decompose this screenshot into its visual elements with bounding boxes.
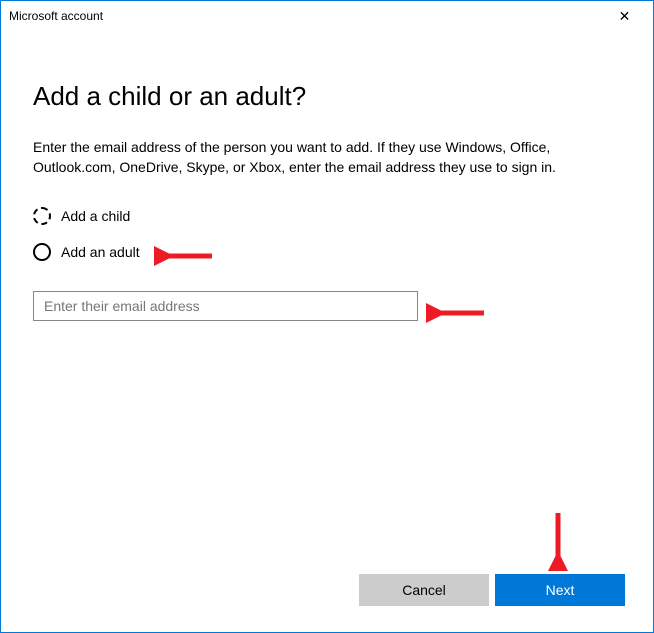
radio-icon bbox=[33, 207, 51, 225]
next-button[interactable]: Next bbox=[495, 574, 625, 606]
radio-label-child: Add a child bbox=[61, 208, 130, 224]
close-button[interactable]: ✕ bbox=[602, 2, 647, 30]
radio-group: Add a child Add an adult bbox=[33, 207, 621, 261]
content-area: Add a child or an adult? Enter the email… bbox=[1, 31, 653, 341]
email-input[interactable] bbox=[33, 291, 418, 321]
close-icon: ✕ bbox=[619, 8, 631, 25]
page-description: Enter the email address of the person yo… bbox=[33, 138, 621, 177]
window-title: Microsoft account bbox=[9, 9, 602, 23]
radio-add-adult[interactable]: Add an adult bbox=[33, 243, 621, 261]
radio-add-child[interactable]: Add a child bbox=[33, 207, 621, 225]
radio-icon bbox=[33, 243, 51, 261]
radio-label-adult: Add an adult bbox=[61, 244, 140, 260]
button-row: Cancel Next bbox=[359, 574, 625, 606]
titlebar: Microsoft account ✕ bbox=[1, 1, 653, 31]
annotation-arrow bbox=[543, 511, 573, 571]
page-heading: Add a child or an adult? bbox=[33, 81, 621, 112]
cancel-button[interactable]: Cancel bbox=[359, 574, 489, 606]
